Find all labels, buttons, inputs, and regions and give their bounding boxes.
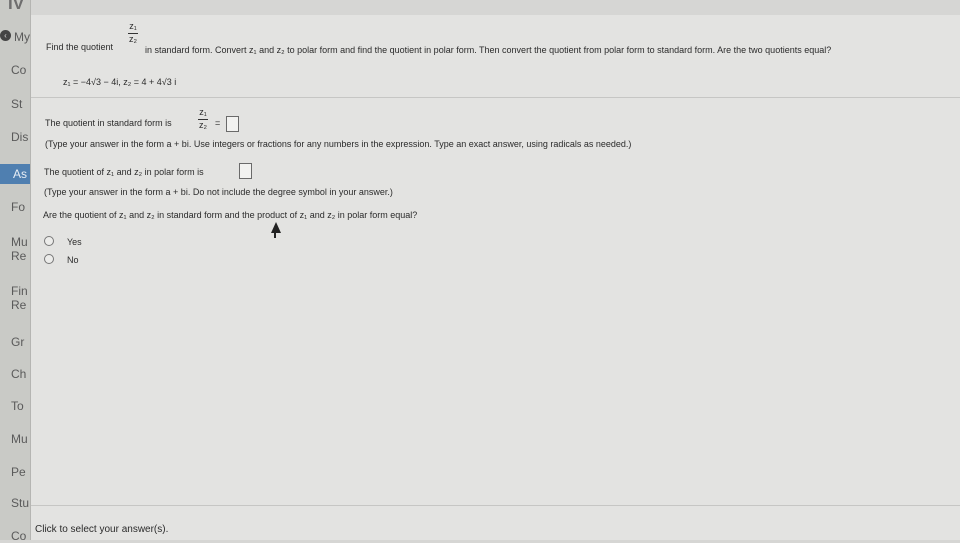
- yes-radio[interactable]: [44, 236, 54, 246]
- sidebar-item-co-2[interactable]: Co: [11, 530, 30, 543]
- header-divider: [31, 97, 960, 98]
- polar-form-label: The quotient of z₁ and z₂ in polar form …: [44, 167, 204, 177]
- standard-form-label: The quotient in standard form is: [45, 118, 172, 128]
- equality-question: Are the quotient of z₁ and z₂ in standar…: [43, 210, 418, 220]
- footer-divider: [31, 505, 960, 506]
- sidebar-item-co[interactable]: Co: [11, 64, 30, 77]
- standard-form-fraction: z₁ z₂: [198, 108, 208, 130]
- equals-sign: =: [215, 118, 221, 128]
- sidebar-item-re[interactable]: Re: [11, 250, 30, 263]
- sidebar-item-gr[interactable]: Gr: [11, 336, 30, 349]
- no-radio[interactable]: [44, 254, 54, 264]
- sidebar-item-fin[interactable]: Fin: [11, 285, 30, 298]
- sidebar-item-stu[interactable]: Stu: [11, 497, 30, 510]
- sidebar-top-mark: IV: [8, 0, 25, 13]
- footer-status: Click to select your answer(s).: [35, 524, 169, 535]
- sidebar-item-re-2[interactable]: Re: [11, 299, 30, 312]
- sidebar-item-pe[interactable]: Pe: [11, 466, 30, 479]
- question-panel: Find the quotient z₁ z₂ in standard form…: [31, 15, 960, 540]
- standard-form-hint: (Type your answer in the form a + bi. Us…: [45, 139, 632, 149]
- fraction-numerator: z₁: [129, 21, 137, 31]
- back-arrow-icon[interactable]: ‹: [0, 30, 11, 41]
- sidebar: IV ‹ My Co St Dis As Fo Mu Re Fin Re Gr …: [0, 0, 31, 543]
- yes-label[interactable]: Yes: [67, 237, 82, 247]
- prompt-before: Find the quotient: [46, 42, 114, 52]
- mouse-pointer-tail: [274, 231, 276, 238]
- sidebar-item-as[interactable]: As: [0, 164, 30, 184]
- mouse-pointer-icon: [271, 222, 281, 233]
- prompt-after: in standard form. Convert z₁ and z₂ to p…: [145, 45, 832, 55]
- polar-form-hint: (Type your answer in the form a + bi. Do…: [44, 187, 393, 197]
- standard-form-answer-input[interactable]: [226, 116, 239, 132]
- given-values: z₁ = −4√3 − 4i, z₂ = 4 + 4√3 i: [63, 77, 177, 87]
- sidebar-item-to[interactable]: To: [11, 400, 30, 413]
- quotient-fraction: z₁ z₂: [128, 22, 138, 44]
- no-label[interactable]: No: [67, 255, 79, 265]
- sidebar-item-fo[interactable]: Fo: [11, 201, 30, 214]
- sidebar-item-st[interactable]: St: [11, 98, 30, 111]
- sidebar-item-ch[interactable]: Ch: [11, 368, 30, 381]
- polar-form-answer-input[interactable]: [239, 163, 252, 179]
- fraction-denominator-2: z₂: [199, 120, 207, 130]
- fraction-denominator: z₂: [129, 34, 137, 44]
- sidebar-item-mu[interactable]: Mu: [11, 236, 30, 249]
- fraction-numerator-2: z₁: [199, 107, 207, 117]
- sidebar-item-dis[interactable]: Dis: [11, 131, 30, 144]
- sidebar-item-mu-2[interactable]: Mu: [11, 433, 30, 446]
